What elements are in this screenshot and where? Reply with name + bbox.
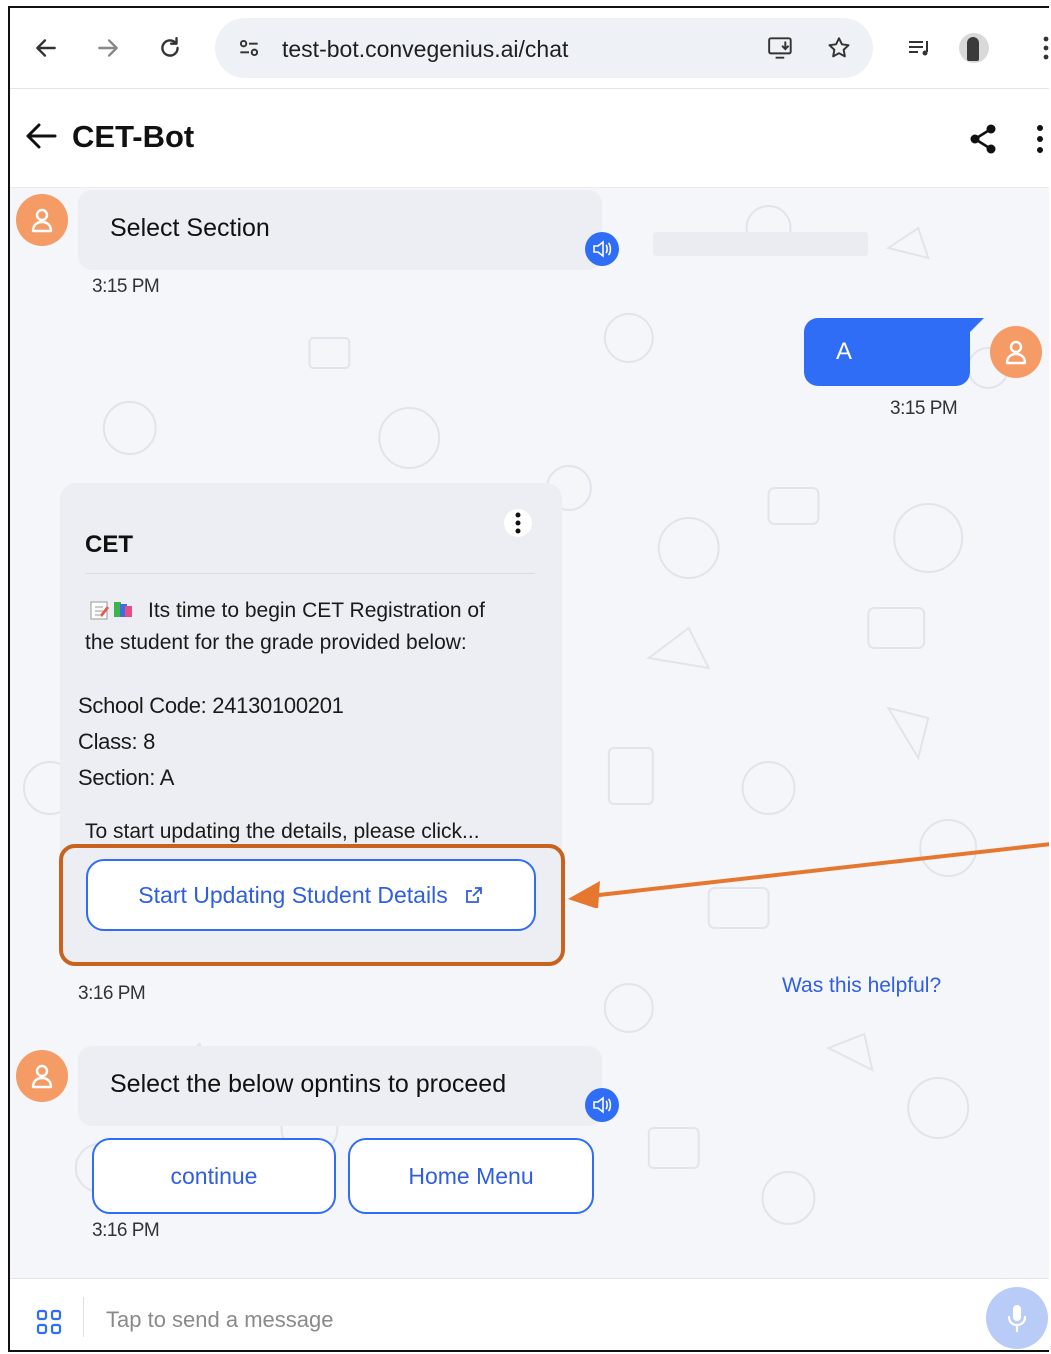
url-text[interactable]: test-bot.convegenius.ai/chat xyxy=(282,36,568,63)
mic-button[interactable] xyxy=(986,1287,1048,1349)
back-arrow-icon[interactable] xyxy=(28,30,64,66)
message-timestamp: 3:15 PM xyxy=(890,398,958,419)
message-text: Select Section xyxy=(110,214,270,242)
back-arrow-icon[interactable] xyxy=(24,121,58,156)
forward-arrow-icon[interactable] xyxy=(90,30,126,66)
message-timestamp: 3:15 PM xyxy=(92,276,160,297)
reload-icon[interactable] xyxy=(152,30,188,66)
continue-button[interactable]: continue xyxy=(92,1138,336,1214)
bot-avatar-icon xyxy=(16,1050,68,1102)
more-options-icon[interactable] xyxy=(1036,123,1044,160)
user-message-bubble: A xyxy=(804,318,970,386)
bot-avatar-icon xyxy=(16,194,68,246)
annotation-arrow xyxy=(568,842,1049,908)
bot-message-bubble: Select Section xyxy=(78,190,602,270)
annotation-highlight-box xyxy=(59,844,565,966)
bot-message-bubble: Select the below opntins to proceed xyxy=(78,1046,602,1126)
address-bar[interactable]: test-bot.convegenius.ai/chat xyxy=(215,18,873,78)
page-title: CET-Bot xyxy=(72,119,195,154)
browser-toolbar: test-bot.convegenius.ai/chat xyxy=(10,8,1049,89)
message-timestamp: 3:16 PM xyxy=(78,983,146,1004)
message-timestamp: 3:16 PM xyxy=(92,1220,160,1241)
apps-grid-icon[interactable] xyxy=(36,1309,62,1340)
card-cta-text: To start updating the details, please cl… xyxy=(85,820,480,843)
home-menu-button[interactable]: Home Menu xyxy=(348,1138,594,1214)
speaker-icon[interactable] xyxy=(585,232,619,266)
chat-area[interactable]: Select Section 3:15 PM A 3:15 PM CET Its… xyxy=(10,188,1049,1278)
browser-window: test-bot.convegenius.ai/chat CET-Bot Sel… xyxy=(8,6,1049,1352)
card-intro-line: Its time to begin CET Registration of xyxy=(148,599,485,622)
school-code: School Code: 24130100201 xyxy=(78,693,344,718)
card-title: CET xyxy=(85,531,133,558)
site-settings-icon[interactable] xyxy=(233,32,265,64)
divider xyxy=(83,1297,84,1337)
card-intro-line: the student for the grade provided below… xyxy=(85,631,467,654)
speaker-icon[interactable] xyxy=(585,1088,619,1122)
bubble-tail xyxy=(966,318,984,336)
message-input[interactable]: Tap to send a message xyxy=(106,1307,333,1333)
message-text: A xyxy=(836,338,853,365)
section-value: Section: A xyxy=(78,765,175,790)
media-controls-icon[interactable] xyxy=(902,30,938,66)
profile-avatar-icon[interactable] xyxy=(956,30,992,66)
browser-menu-icon[interactable] xyxy=(1028,30,1049,66)
feedback-link[interactable]: Was this helpful? xyxy=(782,974,941,998)
user-avatar-icon xyxy=(990,326,1042,378)
message-composer: Tap to send a message xyxy=(10,1278,1049,1350)
divider xyxy=(85,573,535,574)
memo-emoji-icon xyxy=(90,599,134,626)
bookmark-star-icon[interactable] xyxy=(823,32,855,64)
chat-header: CET-Bot xyxy=(10,89,1049,188)
loading-placeholder xyxy=(653,232,868,256)
message-text: Select the below opntins to proceed xyxy=(110,1070,507,1098)
mic-icon xyxy=(1007,1305,1027,1333)
share-icon[interactable] xyxy=(968,123,998,160)
card-menu-icon[interactable] xyxy=(504,509,532,537)
install-app-icon[interactable] xyxy=(765,32,797,64)
class-value: Class: 8 xyxy=(78,729,156,754)
